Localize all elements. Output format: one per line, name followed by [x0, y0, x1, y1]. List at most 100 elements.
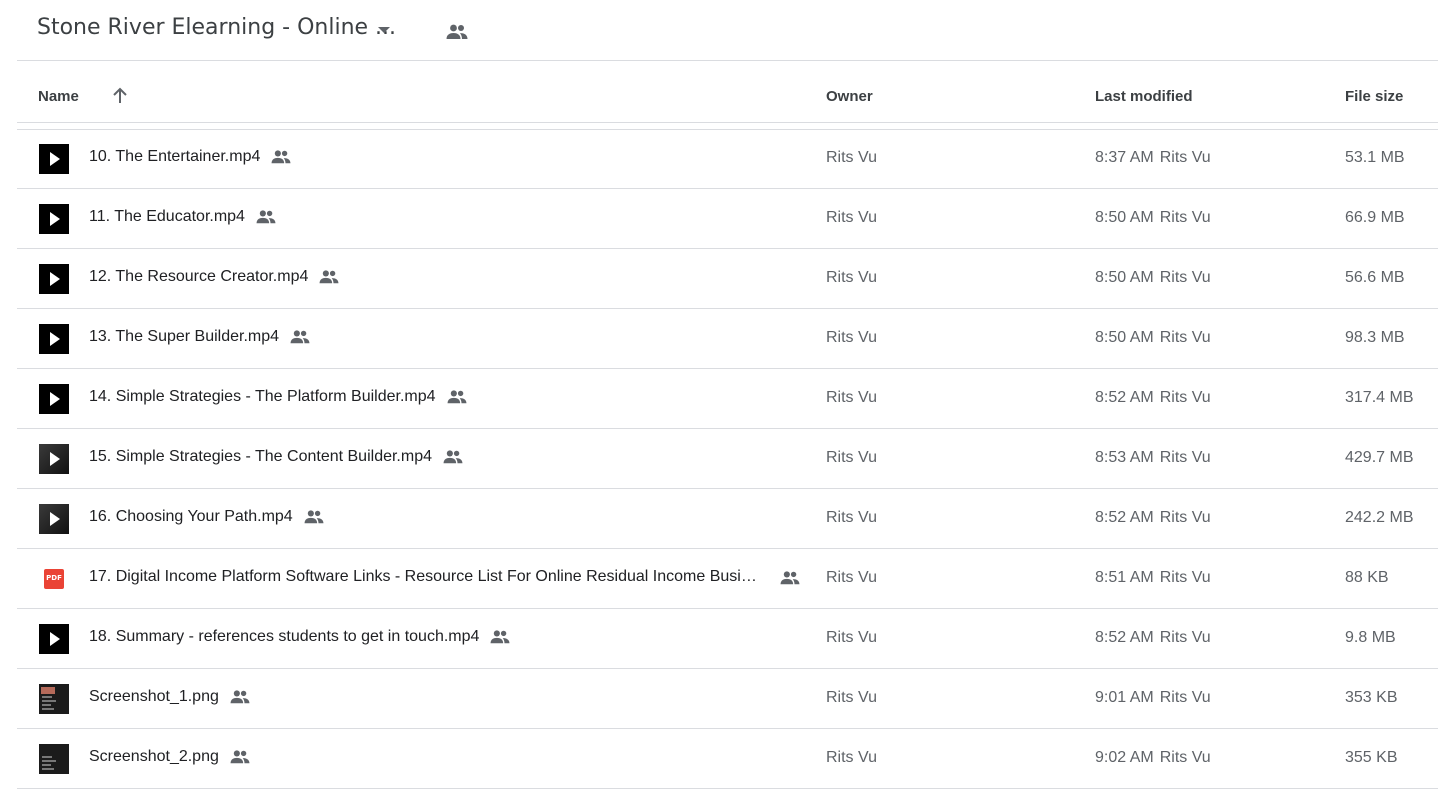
file-owner: Rits Vu — [826, 689, 877, 706]
people-icon — [779, 569, 801, 587]
file-name[interactable]: 10. The Entertainer.mp4 — [89, 148, 260, 166]
file-row[interactable]: 10. The Entertainer.mp4 Rits Vu 8:37 AM Rit… — [17, 129, 1438, 189]
file-name[interactable]: 11. The Educator.mp4 — [89, 208, 245, 226]
play-icon — [50, 212, 60, 226]
file-last-modified: 8:52 AM Rits Vu — [1095, 389, 1211, 407]
modified-by: Rits Vu — [1159, 149, 1211, 166]
file-name[interactable]: 14. Simple Strategies - The Platform Bui… — [89, 388, 436, 406]
file-row[interactable]: 18. Summary - references students to get… — [17, 609, 1438, 669]
play-icon — [50, 452, 60, 466]
modified-by: Rits Vu — [1159, 269, 1211, 286]
file-row[interactable]: 15. Simple Strategies - The Content Buil… — [17, 429, 1438, 489]
modified-time: 8:52 AM — [1095, 629, 1154, 646]
video-thumbnail — [39, 204, 69, 234]
file-size: 317.4 MB — [1345, 389, 1414, 406]
file-owner: Rits Vu — [826, 269, 877, 286]
folder-title[interactable]: Stone River Elearning - Online ... — [37, 15, 396, 40]
file-owner: Rits Vu — [826, 449, 877, 466]
video-thumbnail — [39, 624, 69, 654]
people-icon — [318, 268, 340, 286]
file-name[interactable]: 15. Simple Strategies - The Content Buil… — [89, 448, 432, 466]
people-icon — [270, 148, 292, 166]
file-name[interactable]: 18. Summary - references students to get… — [89, 628, 479, 646]
play-icon — [50, 512, 60, 526]
modified-time: 8:53 AM — [1095, 449, 1154, 466]
file-owner: Rits Vu — [826, 329, 877, 346]
file-name[interactable]: Screenshot_2.png — [89, 748, 219, 766]
file-row[interactable]: 14. Simple Strategies - The Platform Bui… — [17, 369, 1438, 429]
modified-by: Rits Vu — [1159, 569, 1211, 586]
people-icon — [255, 208, 277, 226]
file-size: 53.1 MB — [1345, 149, 1405, 166]
people-icon[interactable] — [445, 22, 469, 42]
people-icon — [446, 388, 468, 406]
column-header-file-size[interactable]: File size — [1345, 88, 1403, 105]
modified-by: Rits Vu — [1159, 389, 1211, 406]
file-row[interactable]: 12. The Resource Creator.mp4 Rits Vu 8:50 … — [17, 249, 1438, 309]
file-last-modified: 8:52 AM Rits Vu — [1095, 629, 1211, 647]
file-row[interactable]: 16. Choosing Your Path.mp4 Rits Vu 8:52 AM… — [17, 489, 1438, 549]
file-size: 242.2 MB — [1345, 509, 1414, 526]
file-row[interactable]: 13. The Super Builder.mp4 Rits Vu 8:50 AM R… — [17, 309, 1438, 369]
modified-time: 8:50 AM — [1095, 269, 1154, 286]
video-thumbnail — [39, 264, 69, 294]
people-icon — [303, 508, 325, 526]
file-size: 56.6 MB — [1345, 269, 1405, 286]
file-name[interactable]: 17. Digital Income Platform Software Lin… — [89, 568, 757, 586]
modified-by: Rits Vu — [1159, 749, 1211, 766]
column-header-owner[interactable]: Owner — [826, 88, 873, 105]
file-last-modified: 8:50 AM Rits Vu — [1095, 269, 1211, 287]
video-thumbnail — [39, 144, 69, 174]
modified-by: Rits Vu — [1159, 509, 1211, 526]
file-name[interactable]: 16. Choosing Your Path.mp4 — [89, 508, 293, 526]
video-thumbnail — [39, 444, 69, 474]
file-name[interactable]: Screenshot_1.png — [89, 688, 219, 706]
folder-menu-button[interactable] — [370, 16, 400, 46]
file-last-modified: 9:02 AM Rits Vu — [1095, 749, 1211, 767]
caret-down-icon — [378, 27, 390, 33]
play-icon — [50, 272, 60, 286]
modified-time: 9:01 AM — [1095, 689, 1154, 706]
file-last-modified: 9:01 AM Rits Vu — [1095, 689, 1211, 707]
file-row[interactable]: 11. The Educator.mp4 Rits Vu 8:50 AM Rits V… — [17, 189, 1438, 249]
modified-time: 8:50 AM — [1095, 329, 1154, 346]
modified-time: 8:51 AM — [1095, 569, 1154, 586]
file-owner: Rits Vu — [826, 209, 877, 226]
file-owner: Rits Vu — [826, 389, 877, 406]
video-thumbnail — [39, 504, 69, 534]
modified-time: 8:50 AM — [1095, 209, 1154, 226]
people-icon — [229, 688, 251, 706]
column-header-name[interactable]: Name — [38, 88, 79, 105]
file-owner: Rits Vu — [826, 629, 877, 646]
people-icon — [442, 448, 464, 466]
file-size: 9.8 MB — [1345, 629, 1396, 646]
column-header-row: Name Owner Last modified File size — [17, 61, 1438, 129]
column-header-last-modified[interactable]: Last modified — [1095, 88, 1193, 105]
file-size: 66.9 MB — [1345, 209, 1405, 226]
column-header-divider — [17, 122, 1438, 123]
modified-time: 9:02 AM — [1095, 749, 1154, 766]
image-thumbnail — [39, 684, 69, 714]
modified-time: 8:37 AM — [1095, 149, 1154, 166]
modified-by: Rits Vu — [1159, 329, 1211, 346]
modified-time: 8:52 AM — [1095, 389, 1154, 406]
file-name[interactable]: 12. The Resource Creator.mp4 — [89, 268, 308, 286]
modified-by: Rits Vu — [1159, 449, 1211, 466]
file-size: 353 KB — [1345, 689, 1398, 706]
play-icon — [50, 152, 60, 166]
modified-by: Rits Vu — [1159, 629, 1211, 646]
file-last-modified: 8:37 AM Rits Vu — [1095, 149, 1211, 167]
video-thumbnail — [39, 324, 69, 354]
file-size: 429.7 MB — [1345, 449, 1414, 466]
file-owner: Rits Vu — [826, 569, 877, 586]
file-row[interactable]: Screenshot_2.png Rits Vu 9:02 AM Rits Vu 355… — [17, 729, 1438, 789]
file-list: 10. The Entertainer.mp4 Rits Vu 8:37 AM Rit… — [17, 129, 1438, 789]
play-icon — [50, 392, 60, 406]
arrow-up-icon[interactable] — [110, 86, 130, 106]
file-owner: Rits Vu — [826, 749, 877, 766]
file-name[interactable]: 13. The Super Builder.mp4 — [89, 328, 279, 346]
video-thumbnail — [39, 384, 69, 414]
pdf-icon: PDF — [44, 569, 64, 589]
file-row[interactable]: PDF 17. Digital Income Platform Software … — [17, 549, 1438, 609]
file-row[interactable]: Screenshot_1.png Rits Vu 9:01 AM Rits Vu 353… — [17, 669, 1438, 729]
